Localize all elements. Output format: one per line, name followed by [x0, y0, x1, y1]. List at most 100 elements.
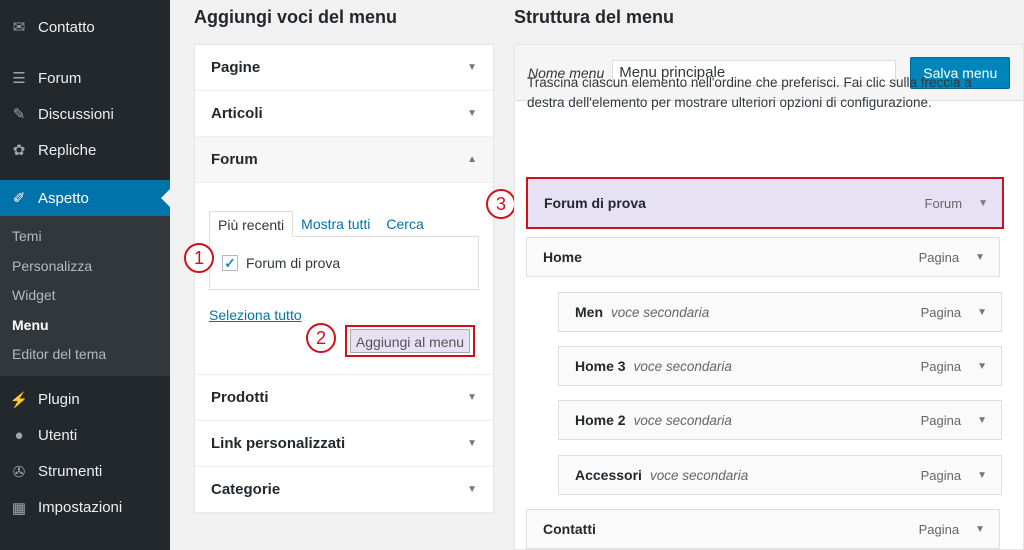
menu-aspetto[interactable]: ✐ Aspetto — [0, 180, 170, 216]
menu-item-type: Pagina — [920, 358, 962, 374]
accordion-categorie[interactable]: Categorie ▼ — [195, 467, 493, 513]
accordion-forum[interactable]: Forum ▲ — [195, 137, 493, 183]
menu-item-title: Men — [575, 304, 603, 320]
caret-down-icon: ▼ — [467, 438, 477, 449]
tab-cerca[interactable]: Cerca — [378, 211, 431, 237]
caret-up-icon: ▲ — [467, 154, 477, 165]
submenu-editor[interactable]: Editor del tema — [0, 340, 170, 370]
forum-icon: ☰ — [12, 70, 26, 87]
menu-instructions: Trascina ciascun elemento nell'ordine ch… — [527, 75, 972, 110]
menu-item[interactable]: Forum di prova Forum ▼ — [526, 177, 1004, 229]
discussion-icon: ✎ — [12, 106, 26, 123]
forum-panel: Più recenti Mostra tutti Cerca ✓ Forum d… — [195, 183, 493, 375]
tab-mostra-tutti[interactable]: Mostra tutti — [293, 211, 378, 237]
menu-repliche[interactable]: ✿ Repliche — [0, 132, 170, 168]
plugin-icon: ⚡ — [9, 391, 29, 409]
menu-item[interactable]: Home 3 voce secondaria Pagina ▼ — [558, 346, 1002, 386]
menu-strumenti[interactable]: ✇ Strumenti — [0, 454, 170, 490]
menu-discussioni-label: Discussioni — [38, 105, 114, 123]
menu-strumenti-label: Strumenti — [38, 463, 103, 480]
select-all-link[interactable]: Seleziona tutto — [209, 307, 302, 323]
accordion-pagine-label: Pagine — [211, 59, 261, 76]
accordion-pagine[interactable]: Pagine ▼ — [195, 45, 493, 91]
menu-item-sub-label: voce secondaria — [633, 358, 732, 374]
forum-di-prova-label: Forum di prova — [246, 255, 341, 271]
menu-aspetto-label: Aspetto — [38, 189, 89, 207]
forum-tab-panel: ✓ Forum di prova — [209, 236, 479, 290]
menu-item[interactable]: Home Pagina ▼ — [526, 237, 1000, 277]
menu-utenti[interactable]: ● Utenti — [0, 418, 170, 454]
menu-impostazioni[interactable]: ▦ Impostazioni — [0, 490, 170, 526]
caret-down-icon[interactable]: ▼ — [977, 361, 987, 372]
add-items-accordion: Pagine ▼ Articoli ▼ Forum ▲ Più recenti … — [194, 44, 494, 514]
caret-down-icon: ▼ — [467, 392, 477, 403]
step-marker-3: 3 — [486, 189, 516, 219]
menu-structure-panel: Struttura del menu Nome menu Menu princi… — [514, 0, 1024, 550]
user-icon: ● — [14, 427, 24, 444]
menu-item-type: Pagina — [918, 249, 960, 265]
settings-icon: ▦ — [11, 499, 27, 517]
menu-item-type: Pagina — [920, 412, 962, 428]
add-to-menu-button[interactable]: Aggiungi al menu — [350, 329, 470, 353]
menu-item-type: Pagina — [918, 521, 960, 537]
accordion-link[interactable]: Link personalizzati ▼ — [195, 421, 493, 467]
accordion-categorie-label: Categorie — [211, 481, 281, 498]
caret-down-icon[interactable]: ▼ — [978, 198, 988, 209]
menu-item-sub-label: voce secondaria — [649, 467, 749, 483]
admin-sidebar: ✉ Contatto ☰ Forum ✎ Discussioni ✿ Repli… — [0, 0, 170, 550]
accordion-articoli-label: Articoli — [211, 105, 263, 122]
menu-plugin[interactable]: ⚡ Plugin — [0, 382, 170, 418]
menu-item-title: Forum di prova — [544, 195, 646, 211]
menu-forum[interactable]: ☰ Forum — [0, 60, 170, 96]
menu-plugin-label: Plugin — [38, 391, 80, 408]
forum-di-prova-checkbox[interactable]: ✓ — [222, 255, 238, 271]
menu-item-sub-label: voce secondaria — [633, 412, 732, 428]
menu-item[interactable]: Home 2 voce secondaria Pagina ▼ — [558, 400, 1002, 440]
menu-utenti-label: Utenti — [38, 427, 78, 444]
menu-discussioni[interactable]: ✎ Discussioni — [0, 96, 170, 132]
menu-item[interactable]: Men voce secondaria Pagina ▼ — [558, 292, 1002, 332]
menu-item-title: Home 3 — [575, 358, 626, 374]
menu-impostazioni-label: Impostazioni — [38, 499, 123, 516]
caret-down-icon: ▼ — [467, 108, 477, 119]
submenu-temi[interactable]: Temi — [0, 222, 170, 252]
add-items-title: Aggiungi voci del menu — [194, 7, 398, 27]
submenu-widget[interactable]: Widget — [0, 281, 170, 311]
menu-structure-title: Struttura del menu — [514, 7, 675, 27]
add-menu-items-panel: Aggiungi voci del menu Pagine ▼ Articoli… — [194, 0, 494, 514]
caret-down-icon[interactable]: ▼ — [977, 470, 987, 481]
submenu-personalizza[interactable]: Personalizza — [0, 252, 170, 282]
menu-item[interactable]: Accessori voce secondaria Pagina ▼ — [558, 455, 1002, 495]
add-to-menu-highlight: Aggiungi al menu — [345, 325, 475, 357]
menu-item-title: Home — [543, 249, 582, 265]
accordion-prodotti[interactable]: Prodotti ▼ — [195, 375, 493, 421]
menu-item-type: Pagina — [920, 304, 962, 320]
accordion-link-label: Link personalizzati — [211, 435, 346, 452]
tab-piu-recenti[interactable]: Più recenti — [209, 211, 294, 237]
aspetto-submenu: Temi Personalizza Widget Menu Editor del… — [0, 216, 170, 376]
step-marker-1: 1 — [184, 243, 214, 273]
envelope-icon: ✉ — [12, 19, 26, 36]
menu-forum-label: Forum — [38, 69, 82, 87]
menu-item-title: Contatti — [543, 521, 596, 537]
accordion-prodotti-label: Prodotti — [211, 389, 269, 406]
caret-down-icon[interactable]: ▼ — [977, 307, 987, 318]
caret-down-icon[interactable]: ▼ — [975, 252, 985, 263]
menu-contatto-label: Contatto — [38, 18, 95, 36]
caret-down-icon: ▼ — [467, 62, 477, 73]
menu-item-type: Pagina — [920, 467, 962, 483]
menu-item-title: Accessori — [575, 467, 642, 483]
paintbrush-icon: ✐ — [12, 190, 26, 207]
menu-item-type: Forum — [924, 195, 963, 211]
caret-down-icon[interactable]: ▼ — [977, 415, 987, 426]
menu-contatto[interactable]: ✉ Contatto — [0, 9, 170, 45]
menu-repliche-label: Repliche — [38, 141, 97, 159]
menu-item-sub-label: voce secondaria — [611, 304, 710, 320]
wrench-icon: ✇ — [12, 463, 26, 481]
accordion-forum-label: Forum — [211, 151, 258, 168]
caret-down-icon[interactable]: ▼ — [975, 524, 985, 535]
submenu-menu[interactable]: Menu — [0, 311, 170, 341]
menu-item[interactable]: Contatti Pagina ▼ — [526, 509, 1000, 549]
step-marker-2: 2 — [306, 323, 336, 353]
accordion-articoli[interactable]: Articoli ▼ — [195, 91, 493, 137]
